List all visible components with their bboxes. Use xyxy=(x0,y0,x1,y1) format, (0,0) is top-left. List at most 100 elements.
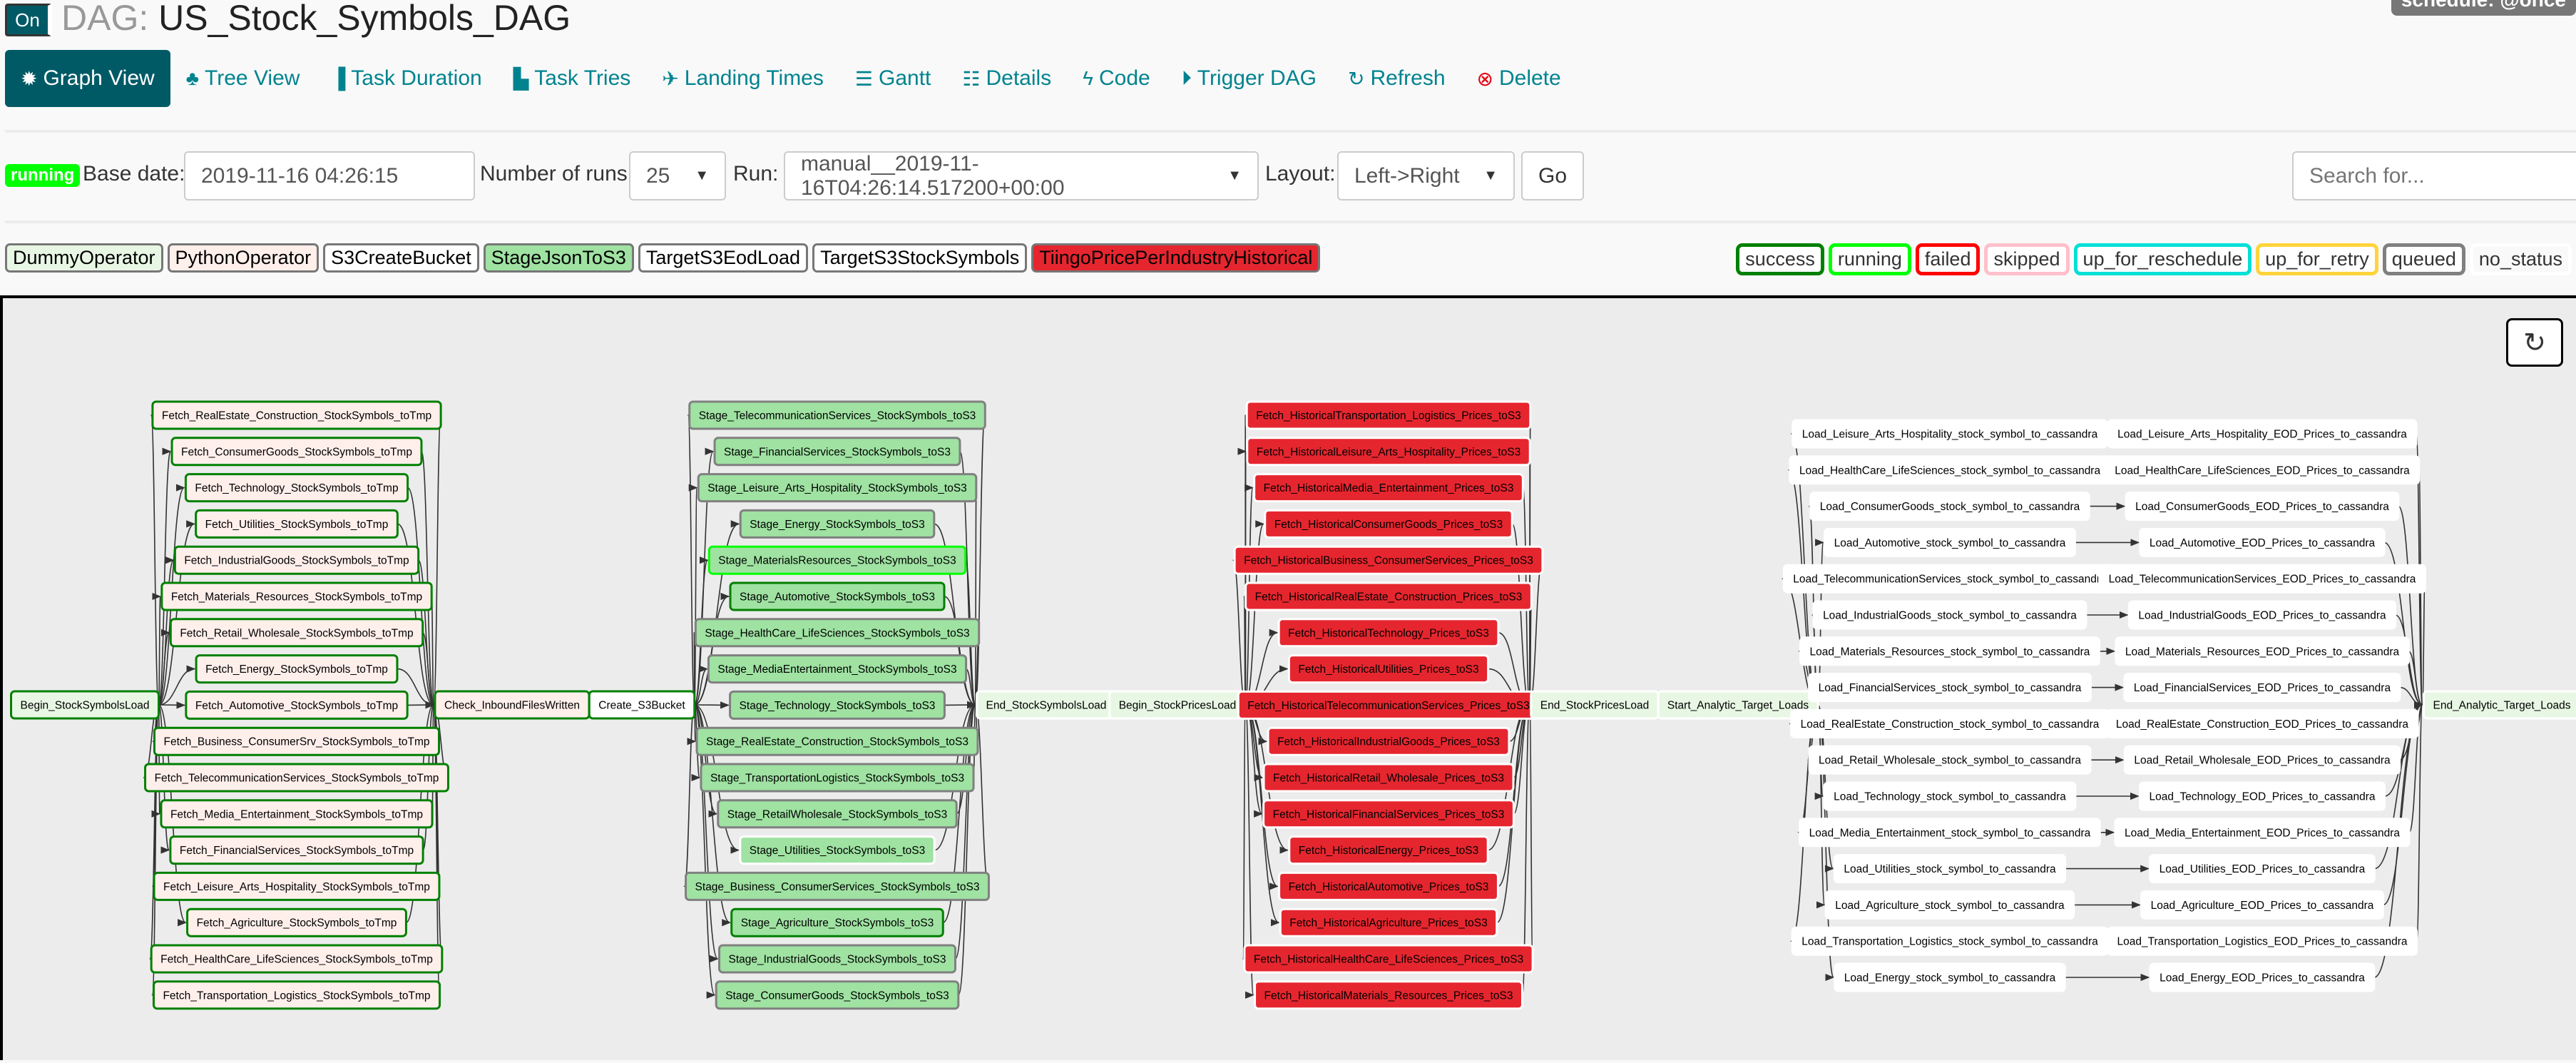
task-node[interactable]: Stage_Leisure_Arts_Hospitality_StockSymb… xyxy=(698,474,976,502)
task-node[interactable]: Stage_Agriculture_StockSymbols_toS3 xyxy=(732,909,944,936)
state-legend-failed[interactable]: failed xyxy=(1916,243,1980,275)
task-node[interactable]: Load_Media_Entertainment_stock_symbol_to… xyxy=(1800,819,2100,846)
task-node[interactable]: Load_Materials_Resources_stock_symbol_to… xyxy=(1801,638,2100,665)
operator-legend-item[interactable]: S3CreateBucket xyxy=(323,243,479,273)
task-node[interactable]: Load_ConsumerGoods_stock_symbol_to_cassa… xyxy=(1811,493,2089,520)
task-node[interactable]: Load_HealthCare_LifeSciences_EOD_Prices_… xyxy=(2105,457,2419,484)
task-node[interactable]: Load_Automotive_stock_symbol_to_cassandr… xyxy=(1825,529,2075,556)
task-node[interactable]: Load_RealEstate_Construction_EOD_Prices_… xyxy=(2107,710,2418,737)
task-node[interactable]: Fetch_Technology_StockSymbols_toTmp xyxy=(185,474,407,502)
task-node[interactable]: Stage_ConsumerGoods_StockSymbols_toS3 xyxy=(716,982,959,1009)
nav-gantt[interactable]: ☰Gantt xyxy=(839,50,946,107)
task-node[interactable]: Stage_TelecommunicationServices_StockSym… xyxy=(690,402,986,429)
task-node[interactable]: Fetch_Agriculture_StockSymbols_toTmp xyxy=(188,909,407,936)
task-node[interactable]: Fetch_HistoricalTransportation_Logistics… xyxy=(1247,402,1530,429)
task-node[interactable]: Fetch_Materials_Resources_StockSymbols_t… xyxy=(162,583,431,610)
nav-task-duration[interactable]: ▐Task Duration xyxy=(315,50,497,107)
task-node[interactable]: Load_Utilities_EOD_Prices_to_cassandra xyxy=(2150,855,2375,883)
task-node[interactable]: Fetch_Automotive_StockSymbols_toTmp xyxy=(186,691,407,718)
operator-legend-item[interactable]: TiingoPricePerIndustryHistorical xyxy=(1031,243,1320,273)
task-node[interactable]: Stage_RetailWholesale_StockSymbols_toS3 xyxy=(718,800,956,828)
task-node[interactable]: Load_TelecommunicationServices_stock_sym… xyxy=(1784,565,2115,592)
task-node[interactable]: Load_IndustrialGoods_EOD_Prices_to_cassa… xyxy=(2129,601,2395,629)
state-legend-running[interactable]: running xyxy=(1829,243,1911,275)
task-node[interactable]: Fetch_ConsumerGoods_StockSymbols_toTmp xyxy=(172,438,421,465)
task-node[interactable]: Fetch_HistoricalMedia_Entertainment_Pric… xyxy=(1254,474,1523,502)
task-node[interactable]: End_StockSymbolsLoad xyxy=(977,691,1116,718)
nav-trigger-dag[interactable]: ⏵Trigger DAG xyxy=(1166,50,1332,107)
task-node[interactable]: Load_Technology_EOD_Prices_to_cassandra xyxy=(2140,783,2384,810)
task-node[interactable]: Stage_Utilities_StockSymbols_toS3 xyxy=(740,837,934,864)
state-legend-up_for_retry[interactable]: up_for_retry xyxy=(2256,243,2378,275)
task-node[interactable]: End_StockPricesLoad xyxy=(1531,691,1659,718)
task-node[interactable]: End_Analytic_Target_Loads xyxy=(2423,691,2576,718)
task-node[interactable]: Fetch_HistoricalTechnology_Prices_toS3 xyxy=(1279,619,1498,646)
operator-legend-item[interactable]: TargetS3EodLoad xyxy=(638,243,808,273)
task-node[interactable]: Load_Utilities_stock_symbol_to_cassandra xyxy=(1834,855,2065,883)
nav-code[interactable]: ϟCode xyxy=(1067,50,1166,107)
state-legend-success[interactable]: success xyxy=(1736,243,1824,275)
task-node[interactable]: Load_RealEstate_Construction_stock_symbo… xyxy=(1792,710,2109,737)
task-node[interactable]: Stage_MediaEntertainment_StockSymbols_to… xyxy=(708,656,966,683)
task-node[interactable]: Fetch_Business_ConsumerSrv_StockSymbols_… xyxy=(154,728,439,755)
task-node[interactable]: Stage_Business_ConsumerServices_StockSym… xyxy=(686,873,989,900)
task-node[interactable]: Load_ConsumerGoods_EOD_Prices_to_cassand… xyxy=(2126,493,2398,520)
task-node[interactable]: Fetch_HistoricalFinancialServices_Prices… xyxy=(1264,800,1514,828)
task-node[interactable]: Stage_FinancialServices_StockSymbols_toS… xyxy=(715,438,960,465)
nav-refresh[interactable]: ↻Refresh xyxy=(1332,50,1461,107)
nav-details[interactable]: ☷Details xyxy=(946,50,1067,107)
task-node[interactable]: Fetch_HistoricalAgriculture_Prices_toS3 xyxy=(1280,909,1496,936)
task-node[interactable]: Load_Technology_stock_symbol_to_cassandr… xyxy=(1824,783,2075,810)
task-node[interactable]: Fetch_HistoricalAutomotive_Prices_toS3 xyxy=(1279,873,1498,900)
state-legend-up_for_reschedule[interactable]: up_for_reschedule xyxy=(2074,243,2252,275)
task-node[interactable]: Load_Leisure_Arts_Hospitality_stock_symb… xyxy=(1793,420,2107,447)
state-legend-queued[interactable]: queued xyxy=(2383,243,2465,275)
task-node[interactable]: Load_Retail_Wholesale_EOD_Prices_to_cass… xyxy=(2125,746,2399,773)
layout-select[interactable]: Left->Right▼ xyxy=(1337,151,1515,200)
task-node[interactable]: Create_S3Bucket xyxy=(589,691,695,718)
operator-legend-item[interactable]: PythonOperator xyxy=(168,243,320,273)
task-node[interactable]: Stage_Technology_StockSymbols_toS3 xyxy=(730,691,945,718)
operator-legend-item[interactable]: StageJsonToS3 xyxy=(484,243,634,273)
nav-task-tries[interactable]: ▙Task Tries xyxy=(498,50,647,107)
run-select[interactable]: manual__2019-11-16T04:26:14.517200+00:00… xyxy=(784,151,1259,200)
task-node[interactable]: Load_Leisure_Arts_Hospitality_EOD_Prices… xyxy=(2108,420,2416,447)
operator-legend-item[interactable]: TargetS3StockSymbols xyxy=(812,243,1027,273)
task-node[interactable]: Fetch_HistoricalLeisure_Arts_Hospitality… xyxy=(1247,438,1530,465)
task-node[interactable]: Stage_HealthCare_LifeSciences_StockSymbo… xyxy=(695,619,978,646)
nav-delete[interactable]: ⊗Delete xyxy=(1461,50,1577,107)
task-node[interactable]: Load_Energy_EOD_Prices_to_cassandra xyxy=(2150,964,2374,991)
task-node[interactable]: Load_Materials_Resources_EOD_Prices_to_c… xyxy=(2116,638,2408,665)
task-node[interactable]: Load_Transportation_Logistics_EOD_Prices… xyxy=(2108,927,2417,955)
task-node[interactable]: Stage_MaterialsResources_StockSymbols_to… xyxy=(709,546,965,574)
task-node[interactable]: Stage_IndustrialGoods_StockSymbols_toS3 xyxy=(719,945,955,972)
task-node[interactable]: Stage_Automotive_StockSymbols_toS3 xyxy=(730,583,944,610)
task-node[interactable]: Fetch_HistoricalMaterials_Resources_Pric… xyxy=(1255,982,1523,1009)
task-node[interactable]: Load_Agriculture_stock_symbol_to_cassand… xyxy=(1826,891,2073,918)
task-node[interactable]: Fetch_TelecommunicationServices_StockSym… xyxy=(145,764,449,791)
state-legend-skipped[interactable]: skipped xyxy=(1984,243,2069,275)
task-node[interactable]: Fetch_Energy_StockSymbols_toTmp xyxy=(196,656,397,683)
task-node[interactable]: Fetch_HistoricalUtilities_Prices_toS3 xyxy=(1289,656,1488,683)
task-node[interactable]: Load_IndustrialGoods_stock_symbol_to_cas… xyxy=(1814,601,2086,629)
dag-graph-svg[interactable]: Begin_StockSymbolsLoad Fetch_RealEstate_C… xyxy=(3,298,2576,1063)
task-node[interactable]: Check_InboundFilesWritten xyxy=(435,691,589,718)
task-node[interactable]: Fetch_HistoricalBusiness_ConsumerService… xyxy=(1235,546,1543,574)
task-node[interactable]: Fetch_FinancialServices_StockSymbols_toT… xyxy=(170,837,423,864)
task-node[interactable]: Begin_StockSymbolsLoad xyxy=(11,691,159,718)
task-node[interactable]: Fetch_RealEstate_Construction_StockSymbo… xyxy=(153,402,441,429)
task-node[interactable]: Load_Agriculture_EOD_Prices_to_cassandra xyxy=(2142,891,2383,918)
task-node[interactable]: Stage_TransportationLogistics_StockSymbo… xyxy=(701,764,973,791)
task-node[interactable]: Stage_RealEstate_Construction_StockSymbo… xyxy=(697,728,978,755)
task-node[interactable]: Fetch_HistoricalIndustrialGoods_Prices_t… xyxy=(1268,728,1509,755)
graph-refresh-button[interactable]: ↻ xyxy=(2506,318,2563,367)
task-node[interactable]: Fetch_HistoricalEnergy_Prices_toS3 xyxy=(1289,837,1488,864)
task-node[interactable]: Load_Media_Entertainment_EOD_Prices_to_c… xyxy=(2115,819,2409,846)
task-node[interactable]: Fetch_HistoricalRealEstate_Construction_… xyxy=(1246,583,1532,610)
base-date-input[interactable]: 2019-11-16 04:26:15 xyxy=(184,151,475,200)
task-node[interactable]: Load_FinancialServices_EOD_Prices_to_cas… xyxy=(2125,674,2400,701)
task-node[interactable]: Load_Retail_Wholesale_stock_symbol_to_ca… xyxy=(1809,746,2090,773)
task-node[interactable]: Fetch_HistoricalTelecommunicationService… xyxy=(1238,691,1538,718)
dag-graph-canvas[interactable]: Begin_StockSymbolsLoad Fetch_RealEstate_C… xyxy=(0,295,2576,1060)
task-node[interactable]: Load_Energy_stock_symbol_to_cassandra xyxy=(1835,964,2065,991)
